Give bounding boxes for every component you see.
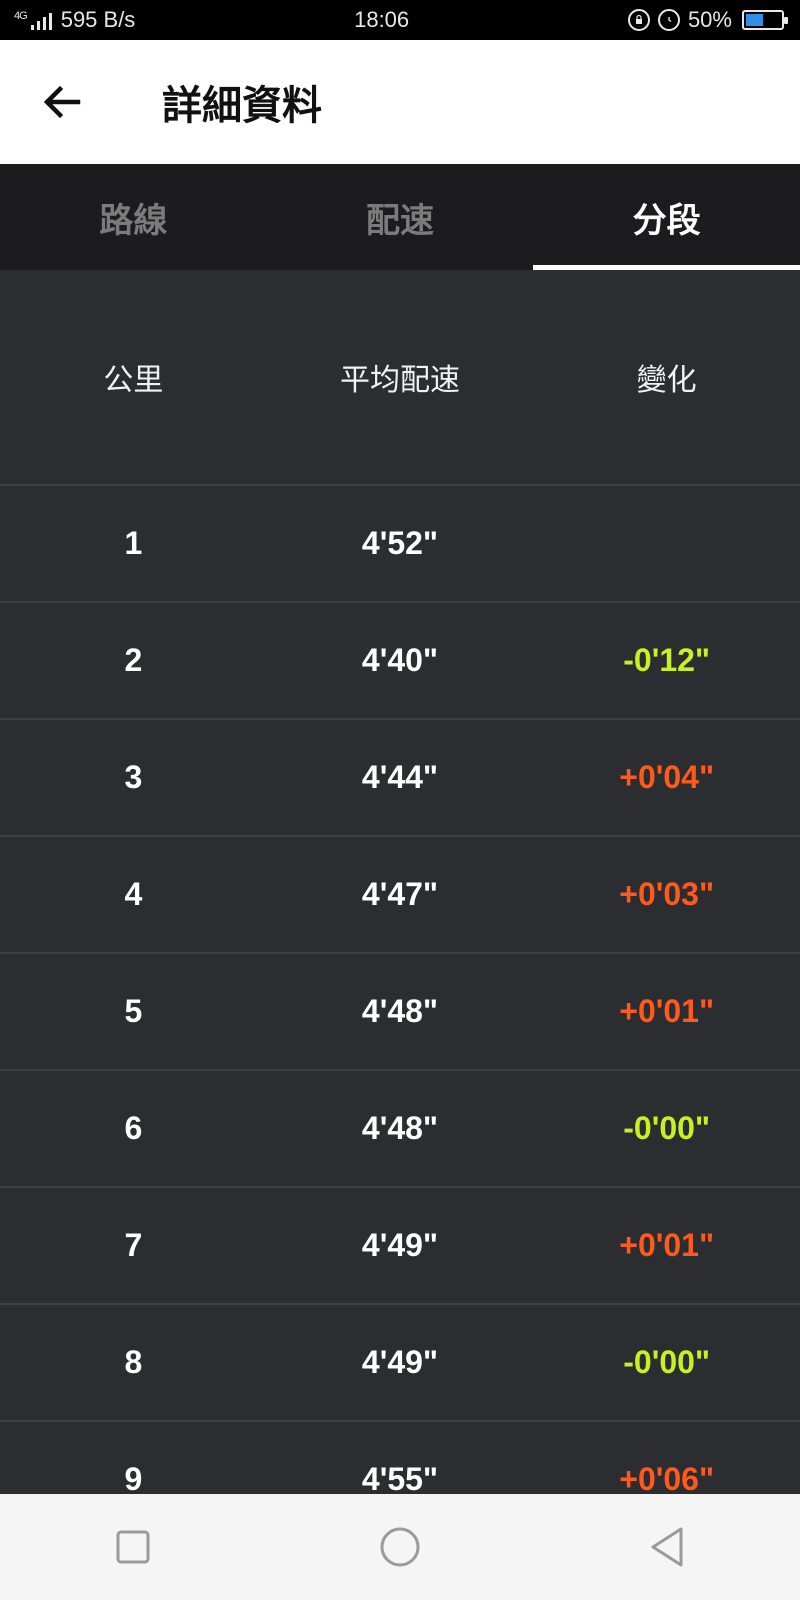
splits-table[interactable]: 公里 平均配速 變化 1 4'52" 2 4'40" -0'12" 3 4'44" +0'04…: [0, 270, 800, 1494]
row-change: +0'03": [619, 876, 715, 912]
system-nav-bar: [0, 1494, 800, 1600]
row-pace: 4'55": [361, 1461, 439, 1494]
row-km: 6: [124, 1110, 143, 1146]
row-pace: 4'44": [361, 759, 439, 795]
table-row: 6 4'48" -0'00": [0, 1071, 800, 1188]
row-pace: 4'49": [361, 1344, 439, 1380]
status-right: 50%: [627, 7, 788, 33]
header-change: 變化: [636, 363, 697, 398]
row-pace: 4'48": [361, 993, 439, 1029]
row-change: +0'04": [619, 759, 715, 795]
table-header: 公里 平均配速 變化: [0, 270, 800, 486]
recent-apps-button[interactable]: [93, 1507, 173, 1587]
tab-splits[interactable]: 分段: [533, 164, 800, 270]
nav-back-button[interactable]: [627, 1507, 707, 1587]
battery-fill: [745, 14, 763, 26]
table-row: 9 4'55" +0'06": [0, 1422, 800, 1494]
network-type: 4G: [14, 9, 28, 22]
tab-bar: 路線 配速 分段: [0, 164, 800, 270]
row-km: 2: [124, 642, 143, 678]
row-pace: 4'49": [361, 1227, 439, 1263]
header-km: 公里: [103, 363, 164, 398]
tab-pace[interactable]: 配速: [267, 164, 534, 270]
row-pace: 4'48": [361, 1110, 439, 1146]
row-km: 4: [124, 876, 143, 912]
home-button[interactable]: [360, 1507, 440, 1587]
table-row: 4 4'47" +0'03": [0, 837, 800, 954]
recent-apps-icon: [116, 1530, 150, 1564]
table-row: 3 4'44" +0'04": [0, 720, 800, 837]
row-km: 8: [124, 1344, 143, 1380]
row-km: 9: [124, 1461, 143, 1494]
row-change: +0'01": [619, 1227, 715, 1263]
home-icon: [380, 1527, 420, 1567]
table-row: 2 4'40" -0'12": [0, 603, 800, 720]
signal-icon: 4G: [14, 10, 53, 31]
row-pace: 4'47": [361, 876, 439, 912]
row-change: -0'00": [623, 1110, 711, 1146]
row-km: 5: [124, 993, 143, 1029]
table-row: 7 4'49" +0'01": [0, 1188, 800, 1305]
battery-percent: 50%: [687, 7, 732, 32]
table-row: 5 4'48" +0'01": [0, 954, 800, 1071]
row-pace: 4'40": [361, 642, 439, 678]
back-button[interactable]: [0, 40, 124, 164]
row-change: -0'00": [623, 1344, 711, 1380]
table-body: 1 4'52" 2 4'40" -0'12" 3 4'44" +0'04" 4 4'47" +0'0…: [0, 486, 800, 1494]
battery-icon: [741, 10, 788, 30]
rotation-lock-icon: [627, 9, 650, 31]
back-triangle-icon: [651, 1527, 683, 1567]
tab-route[interactable]: 路線: [0, 164, 267, 270]
row-change: -0'12": [623, 642, 711, 678]
arrow-left-icon: [43, 85, 81, 119]
page-title: 詳細資料: [162, 83, 322, 129]
row-km: 3: [124, 759, 143, 795]
alarm-icon: [657, 9, 680, 31]
row-change: +0'01": [619, 993, 715, 1029]
table-row: 1 4'52": [0, 486, 800, 603]
network-speed: 595 B/s: [60, 7, 136, 32]
status-left: 4G 595 B/s: [14, 7, 135, 33]
table-row: 8 4'49" -0'00": [0, 1305, 800, 1422]
row-change: +0'06": [619, 1461, 715, 1494]
app-bar: 詳細資料: [0, 40, 800, 164]
header-avg-pace: 平均配速: [340, 363, 460, 398]
row-pace: 4'52": [361, 525, 439, 561]
status-bar: 4G 595 B/s 18:06 50%: [0, 0, 800, 40]
row-km: 1: [124, 525, 143, 561]
row-km: 7: [124, 1227, 143, 1263]
status-time: 18:06: [354, 7, 410, 32]
